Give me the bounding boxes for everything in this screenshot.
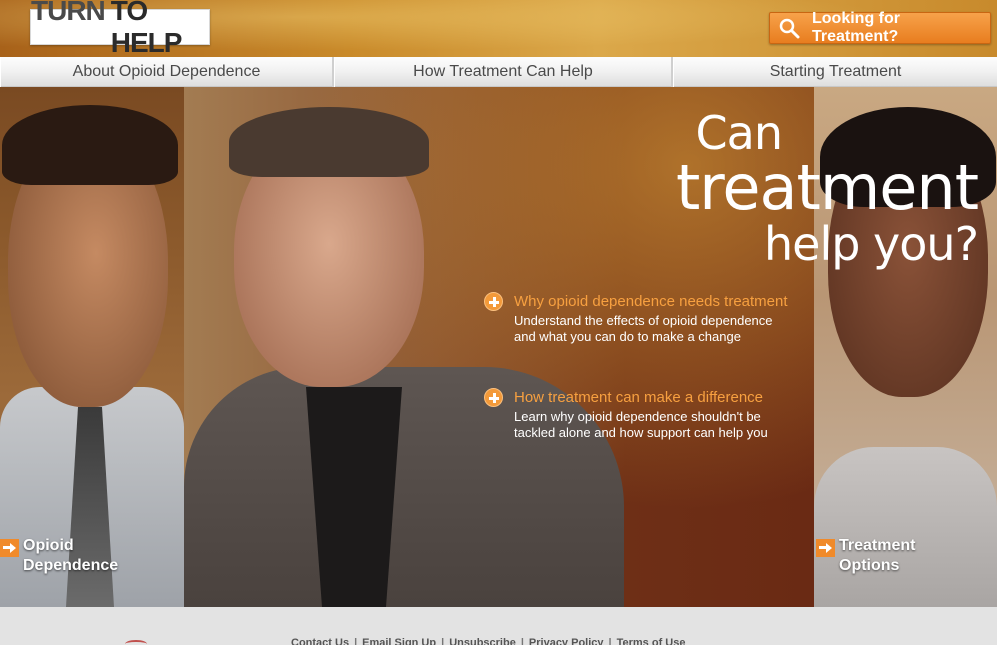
footer-separator: | xyxy=(608,637,612,645)
nav-item-starting-treatment[interactable]: Starting Treatment xyxy=(673,57,997,87)
footer-separator: | xyxy=(441,637,445,645)
arrow-right-icon xyxy=(0,539,19,557)
footer-separator: | xyxy=(354,637,358,645)
side-link-line1: Opioid xyxy=(23,537,74,554)
portrait-man-center xyxy=(184,87,624,607)
opioid-dependence-link[interactable]: Opioid Dependence xyxy=(0,536,118,576)
search-icon xyxy=(778,17,800,39)
hero-section: Can treatment help you? Why opioid depen… xyxy=(0,87,997,607)
turn-to-help-logo[interactable]: TURN TO HELP xyxy=(30,0,210,57)
nav-item-about-opioid-dependence[interactable]: About Opioid Dependence xyxy=(0,57,334,87)
footer-link-privacy-policy[interactable]: Privacy Policy xyxy=(529,637,604,645)
footer-logo-icon xyxy=(125,640,147,645)
footer-separator: | xyxy=(520,637,524,645)
footer-link-email-sign-up[interactable]: Email Sign Up xyxy=(362,637,436,645)
headline-line3: help you? xyxy=(764,217,979,271)
footer-link-terms-of-use[interactable]: Terms of Use xyxy=(617,637,686,645)
footer-link-contact-us[interactable]: Contact Us xyxy=(291,637,349,645)
main-nav: About Opioid Dependence How Treatment Ca… xyxy=(0,57,997,87)
side-link-line1: Treatment xyxy=(839,537,916,554)
find-treatment-label: Looking for Treatment? xyxy=(812,10,900,45)
logo-text-part2: TO HELP xyxy=(110,0,183,57)
feature-description: Understand the effects of opioid depende… xyxy=(514,313,773,344)
footer-links: Contact Us | Email Sign Up | Unsubscribe… xyxy=(291,637,685,645)
hero-headline: Can treatment help you? xyxy=(675,107,979,271)
feature-why-treatment: Why opioid dependence needs treatment Un… xyxy=(484,292,794,345)
side-link-line2: Options xyxy=(839,557,900,574)
nav-item-how-treatment-can-help[interactable]: How Treatment Can Help xyxy=(334,57,673,87)
plus-circle-icon[interactable] xyxy=(484,388,503,407)
logo-text-part1: TURN xyxy=(31,0,106,26)
portrait-man-left xyxy=(0,87,184,607)
site-header: TURN TO HELP Looking for Treatment? xyxy=(0,0,997,57)
plus-circle-icon[interactable] xyxy=(484,292,503,311)
feature-title[interactable]: How treatment can make a difference xyxy=(514,388,794,407)
feature-title[interactable]: Why opioid dependence needs treatment xyxy=(514,292,794,311)
feature-how-treatment-helps: How treatment can make a difference Lear… xyxy=(484,388,794,441)
side-link-line2: Dependence xyxy=(23,557,119,574)
treatment-options-link[interactable]: Treatment Options xyxy=(816,536,915,576)
feature-description: Learn why opioid dependence shouldn't be… xyxy=(514,409,768,440)
footer-link-unsubscribe[interactable]: Unsubscribe xyxy=(449,637,516,645)
site-footer: Contact Us | Email Sign Up | Unsubscribe… xyxy=(0,607,997,645)
headline-line2: treatment xyxy=(675,151,979,224)
left-portrait-panel[interactable] xyxy=(0,87,184,607)
arrow-right-icon xyxy=(816,539,835,557)
find-treatment-button[interactable]: Looking for Treatment? xyxy=(769,10,991,45)
